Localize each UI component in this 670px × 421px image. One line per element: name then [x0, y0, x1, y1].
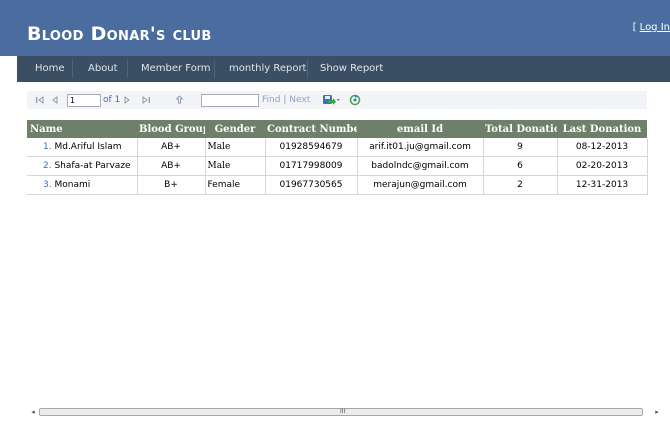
donor-name-cell: 3. Monami: [27, 175, 138, 195]
find-text-input[interactable]: [201, 94, 259, 107]
nav-home[interactable]: Home: [35, 56, 65, 82]
nav-separator: [72, 60, 73, 78]
find-link[interactable]: Find: [262, 95, 280, 105]
nav-monthly-report[interactable]: monthly Report: [229, 56, 306, 82]
row-number: 3.: [43, 180, 52, 190]
row-number: 2.: [43, 161, 52, 171]
nav-separator: [214, 60, 215, 78]
gender-cell: Female: [205, 175, 266, 195]
scrollbar-grip: III: [340, 408, 346, 415]
total-donation-cell: 6: [483, 156, 558, 176]
total-donation-cell: 2: [483, 175, 558, 195]
column-header-email: email Id: [357, 120, 483, 138]
donor-name: Md.Ariful Islam: [54, 142, 122, 152]
scrollbar-thumb[interactable]: III: [39, 408, 643, 416]
report-viewer: 1 of 1 Find | Next Name Blood Group Gend…: [27, 88, 648, 408]
last-donation-cell: 12-31-2013: [557, 175, 648, 195]
nav-about[interactable]: About: [88, 56, 118, 82]
table-row: 3. Monami B+ Female 01967730565 merajun@…: [27, 175, 648, 195]
gender-cell: Male: [205, 138, 266, 157]
login-bracket: [: [632, 22, 640, 33]
donor-name-cell: 2. Shafa-at Parvaze: [27, 156, 138, 176]
horizontal-scrollbar[interactable]: ◂ III ▸: [28, 407, 659, 417]
main-navigation: Home About Member Form monthly Report Sh…: [17, 56, 670, 82]
total-donation-cell: 9: [483, 138, 558, 157]
last-donation-cell: 02-20-2013: [557, 156, 648, 176]
login-area: [ Log In: [633, 22, 670, 33]
email-cell: badolndc@gmail.com: [357, 156, 484, 176]
contact-number-cell: 01967730565: [265, 175, 358, 195]
last-donation-cell: 08-12-2013: [557, 138, 648, 157]
column-header-total-donation: Total Donation: [483, 120, 557, 138]
scroll-left-arrow-icon[interactable]: ◂: [28, 407, 38, 417]
next-page-icon[interactable]: [123, 91, 131, 109]
report-toolbar: 1 of 1 Find | Next: [27, 91, 647, 109]
site-header: Blood Donar's club [ Log In: [0, 0, 670, 56]
nav-separator: [127, 60, 128, 78]
contact-number-cell: 01928594679: [265, 138, 358, 157]
column-header-last-donation: Last Donation: [557, 120, 647, 138]
blood-group-cell: AB+: [137, 156, 206, 176]
contact-number-cell: 01717998009: [265, 156, 358, 176]
column-header-name: Name: [27, 120, 137, 138]
table-header-row: Name Blood Group Gender Contract Number …: [27, 120, 647, 138]
email-cell: arif.it01.ju@gmail.com: [357, 138, 484, 157]
find-separator: |: [283, 95, 287, 105]
nav-separator: [307, 60, 308, 78]
donor-name: Shafa-at Parvaze: [54, 161, 131, 171]
blood-group-cell: AB+: [137, 138, 206, 157]
page-number-input[interactable]: 1: [67, 94, 101, 107]
table-row: 1. Md.Ariful Islam AB+ Male 01928594679 …: [27, 138, 648, 157]
refresh-icon[interactable]: [349, 91, 361, 109]
donor-name-cell: 1. Md.Ariful Islam: [27, 138, 138, 157]
site-title: Blood Donar's club: [27, 23, 212, 45]
donor-table: Name Blood Group Gender Contract Number …: [27, 120, 648, 195]
export-save-icon[interactable]: [322, 91, 340, 109]
row-number: 1.: [43, 142, 52, 152]
find-next-link[interactable]: Next: [289, 95, 310, 105]
page-count-label: of 1: [103, 95, 121, 105]
previous-page-icon[interactable]: [51, 91, 59, 109]
login-link[interactable]: Log In: [640, 22, 670, 33]
email-cell: merajun@gmail.com: [357, 175, 484, 195]
first-page-icon[interactable]: [35, 91, 45, 109]
table-row: 2. Shafa-at Parvaze AB+ Male 01717998009…: [27, 156, 648, 176]
back-icon[interactable]: [175, 91, 184, 109]
gender-cell: Male: [205, 156, 266, 176]
column-header-contact-number: Contract Number: [265, 120, 357, 138]
nav-member-form[interactable]: Member Form: [141, 56, 211, 82]
donor-name: Monami: [54, 180, 91, 190]
column-header-gender: Gender: [205, 120, 265, 138]
blood-group-cell: B+: [137, 175, 206, 195]
nav-show-report[interactable]: Show Report: [320, 56, 383, 82]
last-page-icon[interactable]: [141, 91, 151, 109]
scroll-right-arrow-icon[interactable]: ▸: [652, 407, 662, 417]
column-header-blood-group: Blood Group: [137, 120, 205, 138]
